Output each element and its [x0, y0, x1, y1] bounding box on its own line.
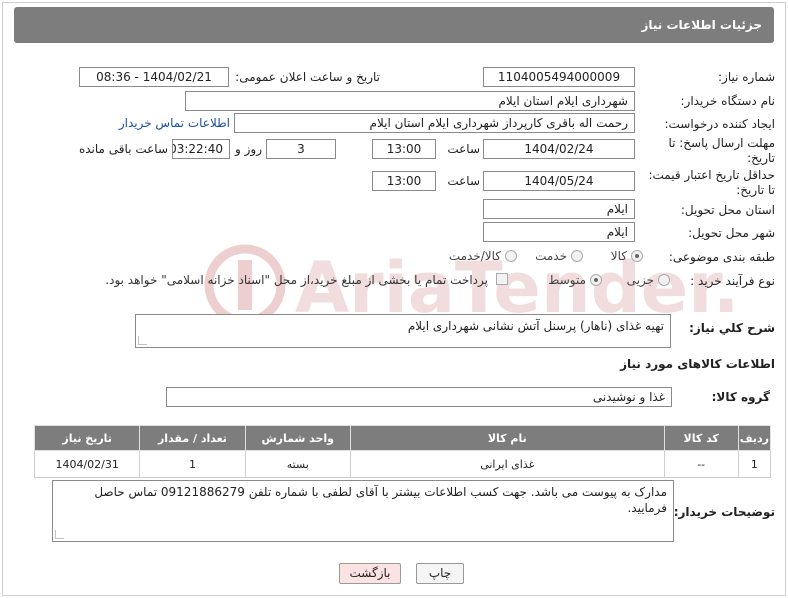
- province-field: ایلام: [483, 199, 635, 219]
- col-unit: واحد شمارش: [244, 425, 351, 451]
- print-button[interactable]: چاپ: [416, 563, 464, 584]
- category-option-goods: کالا: [610, 249, 627, 263]
- city-field: ایلام: [483, 222, 635, 242]
- validity-time-label: ساعت: [447, 174, 480, 188]
- deadline-label: مهلت ارسال پاسخ: تا تاریخ:: [650, 136, 775, 166]
- cell-date: 1404/02/31: [33, 450, 141, 478]
- goods-table: ردیف کد کالا نام کالا واحد شمارش تعداد /…: [33, 425, 772, 478]
- remaining-time-field: 03:22:40: [172, 139, 230, 159]
- need-number-field: 1104005494000009: [483, 67, 635, 87]
- description-label: شرح کلي نياز:: [689, 321, 775, 335]
- remaining-label: ساعت باقی مانده: [78, 142, 168, 156]
- cell-unit: بسته: [244, 450, 351, 478]
- description-textarea[interactable]: تهیه غذای (ناهار) پرسنل آتش نشانی شهردار…: [135, 314, 671, 348]
- col-row: ردیف: [737, 425, 772, 451]
- creator-field: رحمت اله باقری کارپرداز شهرداری ایلام اس…: [234, 113, 635, 133]
- days-label: روز و: [235, 142, 262, 156]
- purchase-option-minor: جزیی: [626, 273, 654, 287]
- validity-label-line1: حداقل تاریخ اعتبار قیمت:: [648, 168, 775, 182]
- buyer-notes-text: مدارک به پیوست می باشد. جهت کسب اطلاعات …: [94, 485, 667, 515]
- buyer-org-label: نام دستگاه خریدار:: [680, 94, 776, 108]
- purchase-radio-minor[interactable]: [658, 274, 670, 286]
- goods-section-title: اطلاعات کالاهای مورد نیاز: [620, 357, 775, 371]
- need-number-label: شماره نیاز:: [718, 70, 775, 84]
- buyer-org-field: شهرداری ایلام استان ایلام: [185, 91, 635, 111]
- validity-date-field: 1404/05/24: [483, 171, 635, 191]
- purchase-radio-medium[interactable]: [590, 274, 602, 286]
- province-label: استان محل تحویل:: [680, 203, 775, 217]
- validity-label-line2: تا تاریخ:: [736, 183, 775, 197]
- col-code: کد کالا: [663, 425, 739, 451]
- contact-info-link[interactable]: اطلاعات تماس خریدار: [119, 116, 230, 130]
- days-field: 3: [266, 139, 336, 159]
- deadline-label-line2: تاریخ:: [747, 151, 775, 165]
- resize-grip-icon[interactable]: [55, 530, 64, 539]
- deadline-time-label: ساعت: [447, 142, 480, 156]
- category-radio-service[interactable]: [571, 250, 583, 262]
- deadline-label-line1: مهلت ارسال پاسخ: تا: [668, 136, 775, 150]
- goods-group-label: گروه کالا:: [711, 390, 770, 404]
- creator-label: ایجاد کننده درخواست:: [664, 117, 775, 131]
- cell-code: --: [663, 450, 739, 478]
- deadline-time-field: 13:00: [372, 139, 436, 159]
- goods-group-field: غذا و نوشیدنی: [166, 387, 672, 407]
- page-title: جزئیات اطلاعات نیاز: [14, 7, 774, 43]
- table-row: 1 -- غذای ایرانی بسته 1 1404/02/31: [33, 450, 772, 478]
- back-button[interactable]: بازگشت: [339, 563, 401, 584]
- treasury-checkbox[interactable]: [496, 273, 508, 285]
- cell-name: غذای ایرانی: [349, 450, 665, 478]
- buyer-notes-label: توضیحات خریدار:: [673, 505, 775, 519]
- col-quantity: تعداد / مقدار: [139, 425, 246, 451]
- announce-label: تاریخ و ساعت اعلان عمومی:: [235, 70, 380, 84]
- buyer-notes-textarea[interactable]: مدارک به پیوست می باشد. جهت کسب اطلاعات …: [52, 480, 674, 542]
- col-date: تاریخ نیاز: [33, 425, 141, 451]
- deadline-date-field: 1404/02/24: [483, 139, 635, 159]
- announce-field: 1404/02/21 - 08:36: [79, 67, 229, 87]
- validity-time-field: 13:00: [372, 171, 436, 191]
- category-radio-goods[interactable]: [631, 250, 643, 262]
- validity-label: حداقل تاریخ اعتبار قیمت: تا تاریخ:: [640, 168, 775, 198]
- resize-grip-icon[interactable]: [138, 336, 147, 345]
- goods-table-header: ردیف کد کالا نام کالا واحد شمارش تعداد /…: [33, 425, 772, 451]
- category-option-service: خدمت: [535, 249, 567, 263]
- cell-row: 1: [737, 450, 772, 478]
- category-option-both: کالا/خدمت: [448, 249, 501, 263]
- purchase-option-medium: متوسط: [548, 273, 586, 287]
- category-label: طبقه بندی موضوعی:: [668, 250, 775, 264]
- category-radio-both[interactable]: [505, 250, 517, 262]
- cell-quantity: 1: [139, 450, 246, 478]
- description-text: تهیه غذای (ناهار) پرسنل آتش نشانی شهردار…: [407, 319, 664, 333]
- treasury-payment-note: پرداخت تمام یا بخشی از مبلغ خرید،از محل …: [105, 273, 488, 287]
- col-name: نام کالا: [349, 425, 665, 451]
- city-label: شهر محل تحویل:: [688, 226, 775, 240]
